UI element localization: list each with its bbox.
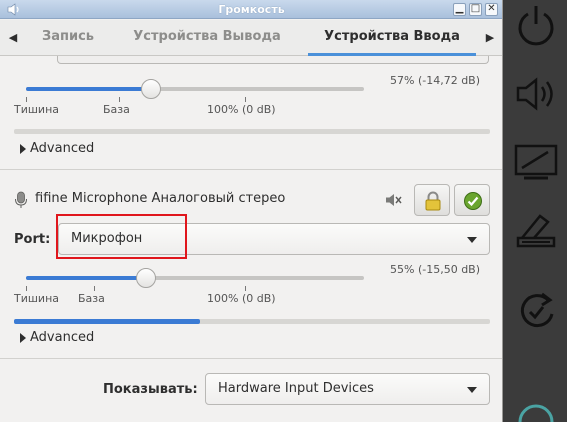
main-volume-readout: 55% (-15,50 dB) (390, 263, 481, 276)
display-icon[interactable] (512, 138, 560, 186)
top-volume-slider[interactable] (26, 87, 364, 91)
tab-recording[interactable]: Запись (28, 20, 108, 56)
show-selected-value: Hardware Input Devices (218, 381, 374, 396)
lock-icon (425, 191, 441, 211)
expander-arrow-icon[interactable] (20, 144, 26, 154)
main-scale-zero: 100% (0 dB) (207, 292, 276, 305)
top-scale-zero: 100% (0 dB) (207, 103, 276, 116)
tick-silence (26, 97, 27, 102)
minimize-button[interactable]: ▁ (453, 3, 466, 16)
tab-scroll-left-icon[interactable]: ◀ (0, 20, 26, 56)
top-volume-fill (26, 87, 151, 91)
close-button[interactable]: ✕ (485, 3, 498, 16)
top-volume-knob[interactable] (140, 79, 161, 99)
top-volume-readout: 57% (-14,72 dB) (390, 74, 481, 87)
minimize-icon: ▁ (455, 3, 464, 14)
tick-zero (245, 97, 246, 102)
device-name: fifine Microphone Аналоговый стерео (35, 191, 286, 206)
title-bar: Громкость ▁ □ ✕ (0, 0, 502, 19)
top-scale-base: База (103, 103, 130, 116)
main-volume-knob[interactable] (136, 268, 157, 288)
main-scale-silence: Тишина (14, 292, 60, 305)
tick-base (94, 286, 95, 291)
tab-bar: ◀ Запись Устройства Вывода Устройства Вв… (0, 20, 502, 56)
speaker-muted-icon[interactable] (385, 193, 403, 207)
highlight-annotation (56, 214, 187, 259)
maximize-button[interactable]: □ (469, 3, 482, 16)
tick-silence (26, 286, 27, 291)
top-scale-silence: Тишина (14, 103, 60, 116)
top-advanced-expander[interactable]: Advanced (30, 141, 94, 156)
tick-base (119, 97, 120, 102)
main-level-fill (14, 319, 200, 324)
tab-input-devices[interactable]: Устройства Ввода (308, 20, 476, 56)
partial-dock-icon[interactable] (518, 402, 554, 422)
chevron-down-icon (467, 237, 477, 243)
show-devices-dropdown[interactable]: Hardware Input Devices (205, 373, 490, 405)
speaker-icon[interactable] (512, 70, 560, 118)
scanner-icon[interactable] (512, 206, 560, 254)
expander-arrow-icon[interactable] (20, 333, 26, 343)
main-level-meter (14, 319, 490, 324)
lock-channels-toggle[interactable] (414, 184, 450, 216)
port-label: Port: (14, 232, 51, 247)
close-icon: ✕ (487, 3, 496, 14)
set-default-toggle[interactable] (454, 184, 490, 216)
previous-port-combo-edge (57, 56, 489, 64)
top-level-meter (14, 129, 490, 134)
update-icon[interactable] (512, 286, 560, 334)
tab-output-devices[interactable]: Устройства Вывода (118, 20, 296, 56)
tick-zero (245, 286, 246, 291)
power-icon[interactable] (512, 2, 560, 50)
separator (0, 358, 502, 359)
microphone-icon (15, 191, 27, 208)
volume-control-window: Громкость ▁ □ ✕ ◀ Запись Устройства Выво… (0, 0, 503, 422)
maximize-icon: □ (470, 3, 481, 14)
separator (0, 169, 502, 170)
chevron-down-icon (467, 387, 477, 393)
side-dock (504, 0, 567, 422)
main-scale-base: База (78, 292, 105, 305)
tab-scroll-right-icon[interactable]: ▶ (477, 20, 502, 56)
main-volume-fill (26, 276, 147, 280)
window-title: Громкость (218, 3, 285, 16)
check-icon (464, 192, 482, 210)
show-label: Показывать: (103, 382, 198, 397)
main-advanced-expander[interactable]: Advanced (30, 330, 94, 345)
main-volume-slider[interactable] (26, 276, 364, 280)
